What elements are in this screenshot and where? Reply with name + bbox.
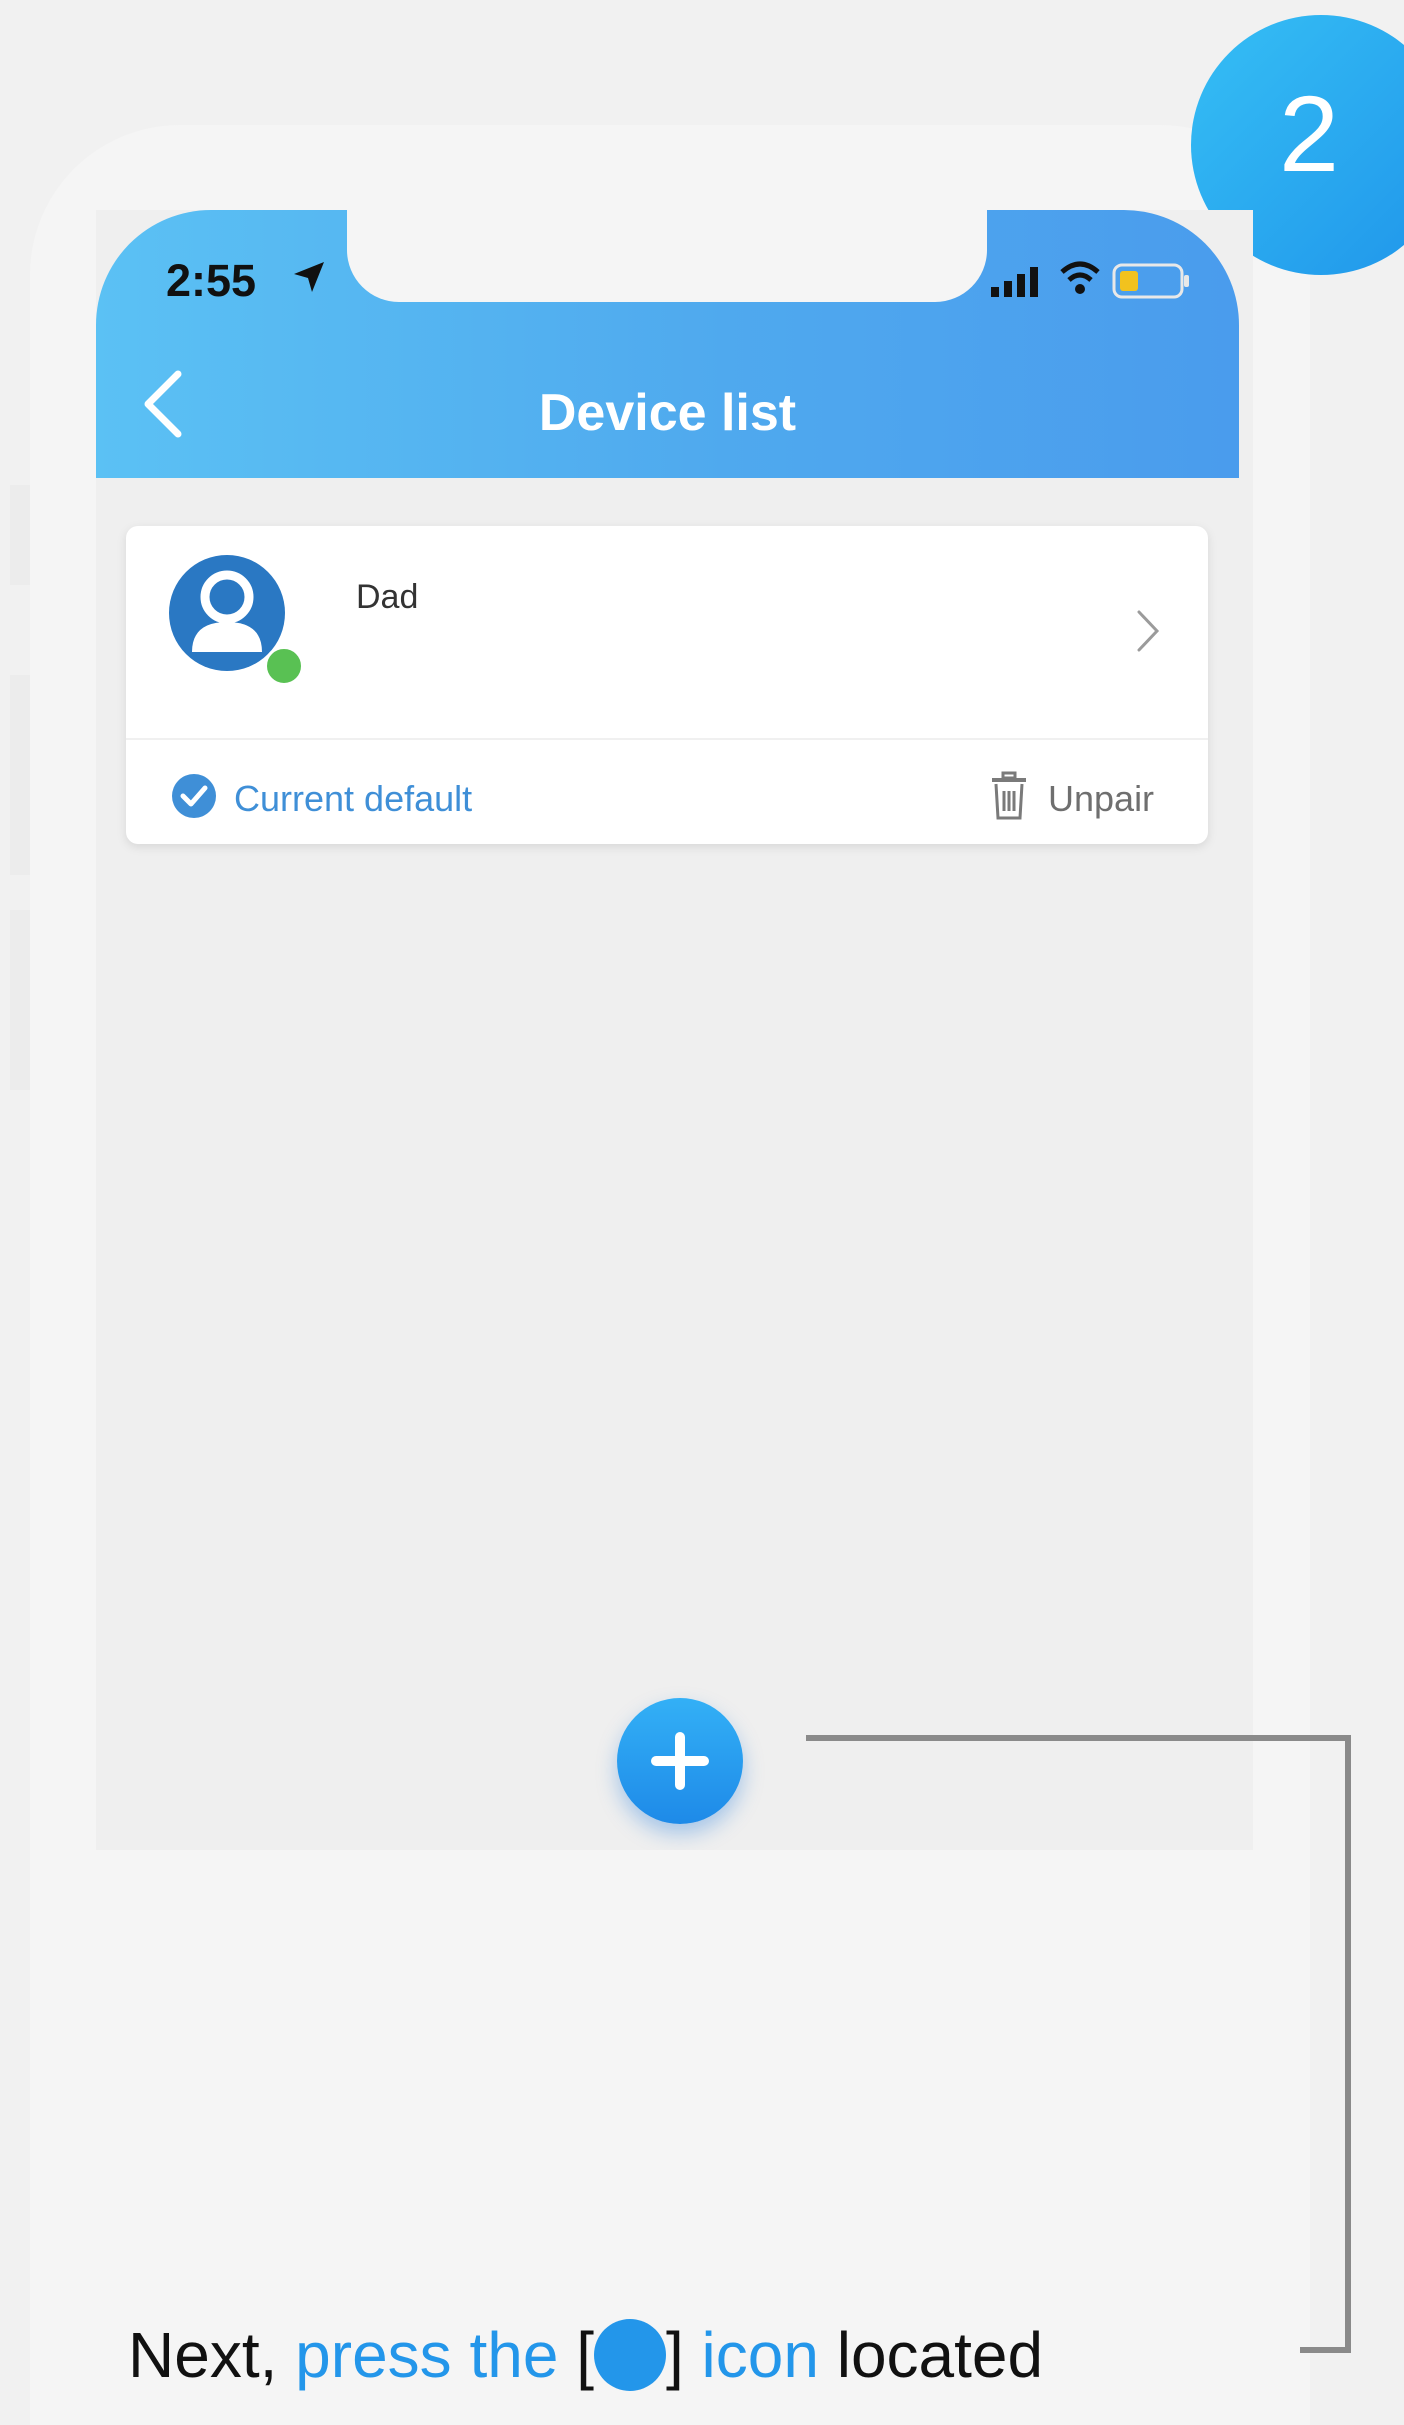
instruction-bracket-close: ] xyxy=(665,2319,702,2391)
instruction-highlight2: icon xyxy=(701,2319,819,2391)
instruction-part2: located xyxy=(818,2319,1044,2391)
callout-connector xyxy=(806,1735,1351,2353)
instruction-bracket-open: [ xyxy=(558,2319,594,2391)
instruction-highlight1: press the xyxy=(295,2319,559,2391)
instruction-part1: Next, xyxy=(128,2319,296,2391)
instruction-text: Next, press the [] icon located xyxy=(128,2318,1043,2392)
inline-plus-icon xyxy=(593,2319,666,2391)
